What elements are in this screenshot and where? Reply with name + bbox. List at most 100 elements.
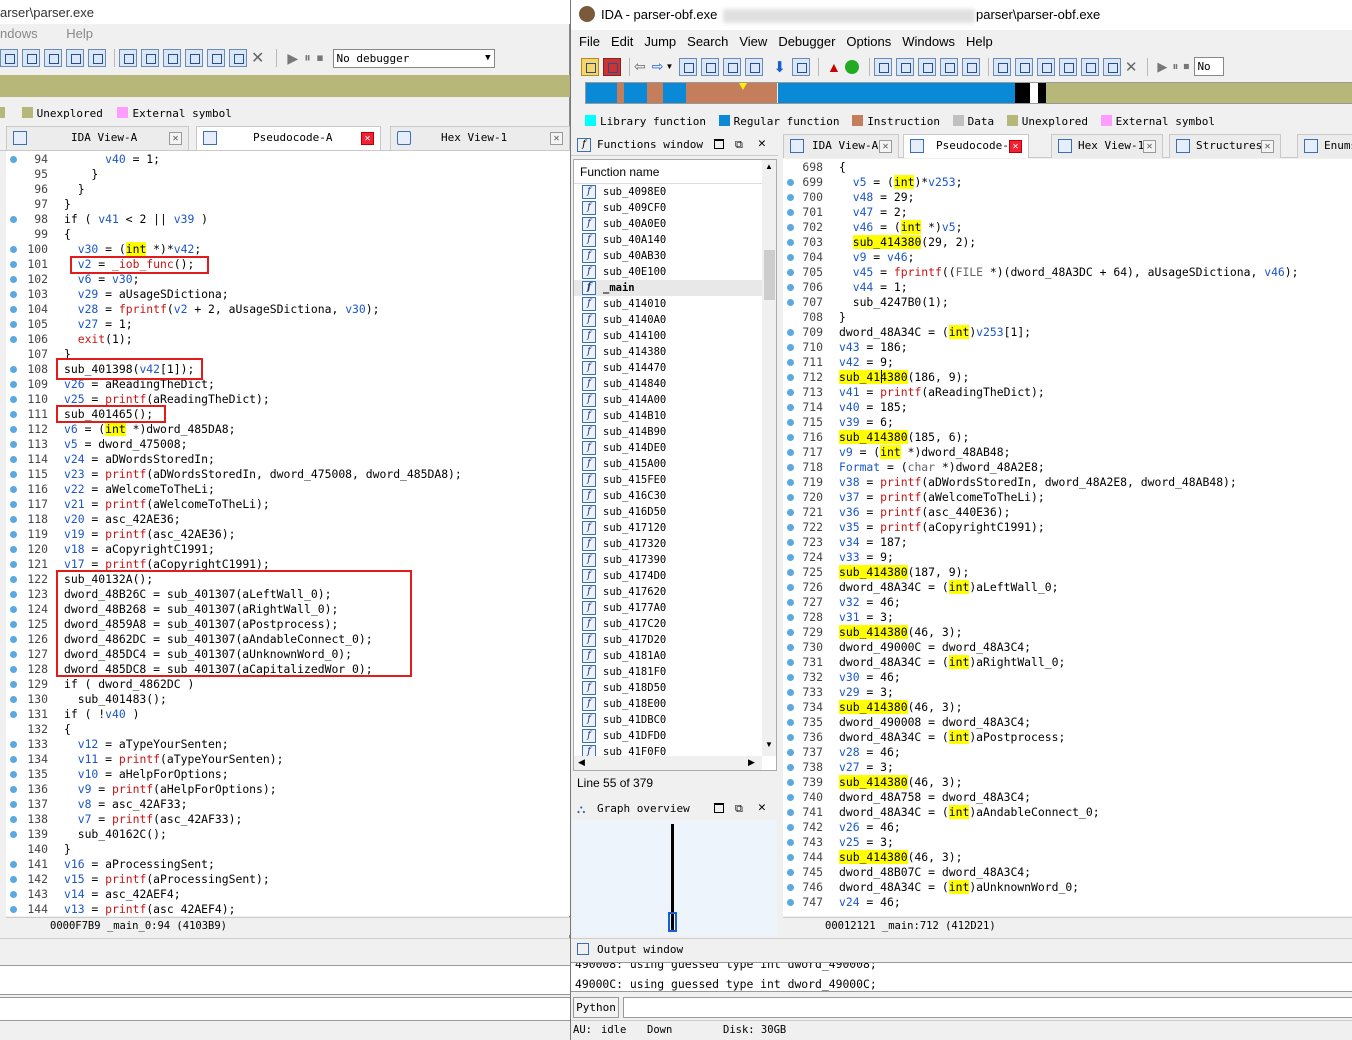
code-line[interactable]: 704 v9 = v46; <box>783 250 1352 265</box>
code-line[interactable]: 96 } <box>6 182 570 197</box>
close-icon[interactable]: ✕ <box>1125 59 1138 76</box>
close-icon[interactable]: ✕ <box>1143 140 1156 153</box>
code-line[interactable]: 135 v10 = aHelpForOptions; <box>6 767 570 782</box>
search-binary-icon[interactable] <box>723 57 742 76</box>
breakpoint-dot-icon[interactable] <box>10 666 17 673</box>
code-line[interactable]: 702 v46 = (int *)v5; <box>783 220 1352 235</box>
toolbar-stop-icon[interactable]: ⏹ <box>317 50 324 65</box>
strings-icon[interactable] <box>961 57 980 76</box>
breakpoint-dot-icon[interactable] <box>10 441 17 448</box>
breakpoint-dot-icon[interactable] <box>10 816 17 823</box>
code-line[interactable]: 139 sub_40162C(); <box>6 827 570 842</box>
code-line[interactable]: 99 { <box>6 227 570 242</box>
close-icon[interactable]: ✕ <box>758 800 766 815</box>
code-line[interactable]: 729 sub_414380(46, 3); <box>783 625 1352 640</box>
scroll-thumb[interactable] <box>764 250 775 300</box>
function-list-item[interactable]: f sub_40E100 <box>574 264 762 280</box>
code-line[interactable]: 742 v26 = 46; <box>783 820 1352 835</box>
code-line[interactable]: 725 sub_414380(187, 9); <box>783 565 1352 580</box>
function-list-item[interactable]: f sub_4177A0 <box>574 600 762 616</box>
menu-file[interactable]: File <box>579 34 600 49</box>
scroll-right-icon[interactable]: ▶ <box>748 757 755 768</box>
breakpoint-dot-icon[interactable] <box>10 771 17 778</box>
breakpoint-dot-icon[interactable] <box>10 456 17 463</box>
code-line[interactable]: 721 v36 = printf(asc_440E36); <box>783 505 1352 520</box>
code-line[interactable]: 104 v28 = fprintf(v2 + 2, aUsageSDiction… <box>6 302 570 317</box>
code-line[interactable]: 732 v30 = 46; <box>783 670 1352 685</box>
code-line[interactable]: 134 v11 = printf(aTypeYourSenten); <box>6 752 570 767</box>
code-line[interactable]: 739 sub_414380(46, 3); <box>783 775 1352 790</box>
code-line[interactable]: 722 v35 = printf(aCopyrightC1991); <box>783 520 1352 535</box>
code-line[interactable]: 711 v42 = 9; <box>783 355 1352 370</box>
functions-list[interactable]: Function name f sub_4098E0 f sub_409CF0 f sub… <box>573 159 777 771</box>
breakpoint-dot-icon[interactable] <box>10 696 17 703</box>
code-line[interactable]: 102 v6 = v30; <box>6 272 570 287</box>
code-line[interactable]: 719 v38 = printf(aDWordsStoredIn, dword_4… <box>783 475 1352 490</box>
breakpoint-dot-icon[interactable] <box>10 651 17 658</box>
code-line[interactable]: 701 v47 = 2; <box>783 205 1352 220</box>
plus-icon[interactable] <box>1058 57 1077 76</box>
code-line[interactable]: 727 v32 = 46; <box>783 595 1352 610</box>
code-line[interactable]: 706 v44 = 1; <box>783 280 1352 295</box>
breakpoint-dot-icon[interactable] <box>10 711 17 718</box>
close-icon[interactable]: ✕ <box>361 132 374 145</box>
breakpoint-dot-icon[interactable] <box>10 621 17 628</box>
functions-column-header[interactable]: Function name <box>574 160 776 184</box>
code-line[interactable]: 120 v18 = aCopyrightC1991; <box>6 542 570 557</box>
restore-icon[interactable]: ⧉ <box>735 802 743 816</box>
close-icon[interactable]: ✕ <box>1009 140 1022 153</box>
toolbar-pause-icon[interactable]: ⏸ <box>304 50 311 65</box>
code-line[interactable]: 714 v40 = 185; <box>783 400 1352 415</box>
breakpoint-dot-icon[interactable] <box>10 576 17 583</box>
code-line[interactable]: 142 v15 = printf(aProcessingSent); <box>6 872 570 887</box>
breakpoint-dot-icon[interactable] <box>10 366 17 373</box>
toolbar-strings-icon[interactable] <box>88 49 106 67</box>
code-line[interactable]: 710 v43 = 186; <box>783 340 1352 355</box>
edit-icon[interactable] <box>1102 57 1121 76</box>
breakpoint-dot-icon[interactable] <box>10 741 17 748</box>
toolbar-edit-icon[interactable] <box>229 49 247 67</box>
code-line[interactable]: 705 v45 = fprintf((FILE *)(dword_48A3DC … <box>783 265 1352 280</box>
code-line[interactable]: 132 { <box>6 722 570 737</box>
code-line[interactable]: 138 v7 = printf(asc_42AF33); <box>6 812 570 827</box>
code-line[interactable]: 723 v34 = 187; <box>783 535 1352 550</box>
menu-edit[interactable]: Edit <box>611 34 633 49</box>
function-list-item[interactable]: f sub_414840 <box>574 376 762 392</box>
function-list-item[interactable]: f sub_4098E0 <box>574 184 762 200</box>
function-list-item[interactable]: f sub_414B10 <box>574 408 762 424</box>
tab-hex-view-1[interactable]: Hex View-1 ✕ <box>390 126 570 150</box>
code-line[interactable]: 740 dword_48A758 = dword_48A3C4; <box>783 790 1352 805</box>
function-list-item[interactable]: f sub_416C30 <box>574 488 762 504</box>
menu-jump[interactable]: Jump <box>644 34 676 49</box>
function-list-item[interactable]: f sub_418D50 <box>574 680 762 696</box>
code-line[interactable]: 106 exit(1); <box>6 332 570 347</box>
graph-overview-viewport[interactable] <box>668 912 677 932</box>
save-icon[interactable] <box>603 57 621 76</box>
toolbar-list-icon[interactable] <box>44 49 62 67</box>
function-list-item[interactable]: f sub_414DE0 <box>574 440 762 456</box>
function-list-item[interactable]: f sub_418E00 <box>574 696 762 712</box>
menu-search[interactable]: Search <box>687 34 728 49</box>
code-line[interactable]: 720 v37 = printf(aWelcomeToTheLi); <box>783 490 1352 505</box>
graph-icon[interactable] <box>873 57 892 76</box>
function-list-item[interactable]: f sub_4140A0 <box>574 312 762 328</box>
function-list-item[interactable]: f sub_415A00 <box>574 456 762 472</box>
code-line[interactable]: 724 v33 = 9; <box>783 550 1352 565</box>
play-icon[interactable]: ▶ <box>1157 59 1167 74</box>
code-line[interactable]: 136 v9 = printf(aHelpForOptions); <box>6 782 570 797</box>
code-line[interactable]: 100 v30 = (int *)*v42; <box>6 242 570 257</box>
close-icon[interactable]: ✕ <box>879 140 892 153</box>
toolbar-play-icon[interactable]: ▶ <box>287 50 298 66</box>
menu-windows[interactable]: Windows <box>902 34 955 49</box>
code-line[interactable]: 117 v21 = printf(aWelcomeToTheLi); <box>6 497 570 512</box>
breakpoint-dot-icon[interactable] <box>10 531 17 538</box>
search-text-icon[interactable] <box>701 57 720 76</box>
breakpoint-dot-icon[interactable] <box>10 216 17 223</box>
code-line[interactable]: 746 dword_48A34C = (int)aUnknownWord_0; <box>783 880 1352 895</box>
breakpoint-dot-icon[interactable] <box>10 291 17 298</box>
code-line[interactable]: 115 v23 = printf(aDWordsStoredIn, dword_4… <box>6 467 570 482</box>
breakpoint-dot-icon[interactable] <box>10 276 17 283</box>
command-input[interactable] <box>623 997 1352 1018</box>
code-line[interactable]: 105 v27 = 1; <box>6 317 570 332</box>
tab-pseudocode-a[interactable]: Pseudocode-A ✕ <box>903 134 1029 158</box>
